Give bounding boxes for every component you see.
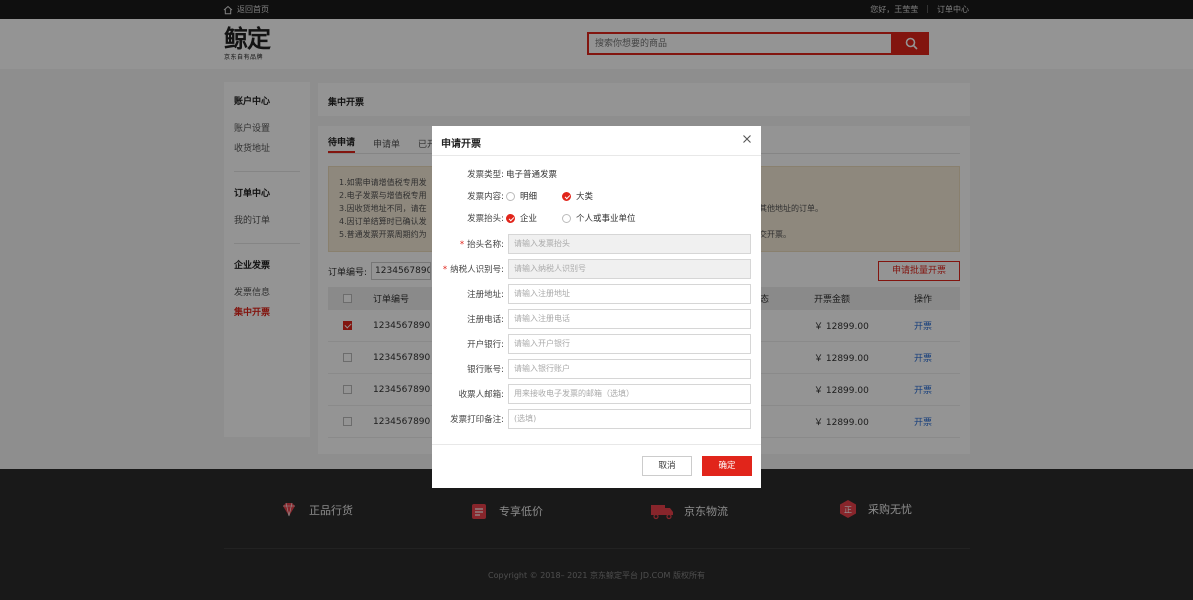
dialog-header: 申请开票 [432, 126, 761, 156]
tax-id-input[interactable]: 请输入纳税人识别号 [508, 259, 751, 279]
field-label: 注册地址: [467, 290, 504, 300]
field-label: 银行账号: [467, 365, 504, 375]
form-row-bank: 开户银行: 请输入开户银行 [432, 334, 761, 354]
radio-category[interactable]: 大类 [562, 190, 593, 202]
radio-label: 个人或事业单位 [576, 214, 636, 224]
print-remark-input[interactable]: (选填) [508, 409, 751, 429]
field-label: 开户银行: [467, 340, 504, 350]
radio-button[interactable] [506, 191, 515, 201]
form-row-remark: 发票打印备注: (选填) [432, 409, 761, 429]
dialog-footer: 取消 确定 [432, 444, 761, 488]
field-label: * 抬头名称: [460, 238, 504, 250]
radio-company[interactable]: 企业 [506, 212, 537, 224]
required-mark: * [459, 240, 465, 250]
form-row-email: 收票人邮箱: 用来接收电子发票的邮箱（选填） [432, 384, 761, 404]
field-label-text: 纳税人识别号: [450, 265, 504, 275]
field-label: 注册电话: [467, 315, 504, 325]
radio-label: 大类 [576, 192, 594, 202]
form-row-phone: 注册电话: 请输入注册电话 [432, 309, 761, 329]
close-icon[interactable] [742, 134, 752, 144]
form-row-title: * 抬头名称: 请输入发票抬头 [432, 234, 761, 254]
radio-button[interactable] [562, 191, 571, 201]
form-row-taxid: * 纳税人识别号: 请输入纳税人识别号 [432, 259, 761, 279]
bank-account-input[interactable]: 请输入银行账户 [508, 359, 751, 379]
radio-personal[interactable]: 个人或事业单位 [562, 212, 636, 224]
cancel-button[interactable]: 取消 [642, 456, 692, 476]
field-label: * 纳税人识别号: [443, 263, 504, 275]
registered-phone-input[interactable]: 请输入注册电话 [508, 309, 751, 329]
form-row-account: 银行账号: 请输入银行账户 [432, 359, 761, 379]
dialog-body: 发票类型: 电子普通发票 发票内容: 明细 大类 发票抬头: 企业 个人或事业单… [432, 156, 761, 444]
invoice-type-value: 电子普通发票 [506, 170, 558, 180]
confirm-button[interactable]: 确定 [702, 456, 752, 476]
receiver-email-input[interactable]: 用来接收电子发票的邮箱（选填） [508, 384, 751, 404]
field-label: 发票内容: [467, 192, 504, 202]
radio-label: 明细 [520, 192, 538, 202]
radio-detail[interactable]: 明细 [506, 190, 537, 202]
invoice-title-input[interactable]: 请输入发票抬头 [508, 234, 751, 254]
radio-button[interactable] [562, 213, 571, 223]
radio-button[interactable] [506, 213, 515, 223]
field-label: 发票打印备注: [450, 415, 504, 425]
radio-label: 企业 [520, 214, 538, 224]
invoice-header-row: 发票抬头: 企业 个人或事业单位 [432, 208, 761, 228]
field-label: 收票人邮箱: [458, 390, 504, 400]
invoice-content-row: 发票内容: 明细 大类 [432, 186, 761, 206]
invoice-type-row: 发票类型: 电子普通发票 [432, 164, 761, 184]
required-mark: * [442, 265, 448, 275]
dialog-title: 申请开票 [441, 139, 481, 150]
apply-invoice-dialog: 申请开票 发票类型: 电子普通发票 发票内容: 明细 大类 发票抬头: 企业 个… [432, 126, 761, 488]
bank-name-input[interactable]: 请输入开户银行 [508, 334, 751, 354]
form-row-address: 注册地址: 请输入注册地址 [432, 284, 761, 304]
field-label: 发票类型: [467, 170, 504, 180]
field-label: 发票抬头: [467, 214, 504, 224]
field-label-text: 抬头名称: [467, 240, 504, 250]
registered-address-input[interactable]: 请输入注册地址 [508, 284, 751, 304]
